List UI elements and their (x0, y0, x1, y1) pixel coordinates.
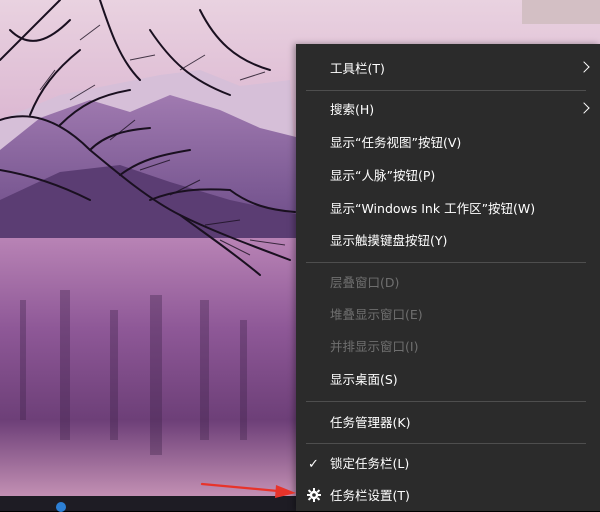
menu-item-label: 显示“任务视图”按钮(V) (330, 135, 462, 150)
menu-item-label: 显示桌面(S) (330, 372, 398, 387)
menu-item-toolbars[interactable]: 工具栏(T) (296, 54, 600, 84)
menu-item-show-touch-keyboard[interactable]: 显示触摸键盘按钮(Y) (296, 226, 600, 256)
menu-separator (306, 262, 586, 263)
menu-item-label: 层叠窗口(D) (330, 275, 400, 290)
taskbar-context-menu: 工具栏(T) 搜索(H) 显示“任务视图”按钮(V) 显示“人脉”按钮(P) 显… (296, 44, 600, 511)
menu-item-label: 搜索(H) (330, 102, 375, 117)
menu-item-show-windows-ink[interactable]: 显示“Windows Ink 工作区”按钮(W) (296, 194, 600, 224)
menu-item-show-task-view[interactable]: 显示“任务视图”按钮(V) (296, 128, 600, 158)
menu-item-label: 堆叠显示窗口(E) (330, 307, 423, 322)
menu-item-show-people[interactable]: 显示“人脉”按钮(P) (296, 161, 600, 191)
menu-item-show-desktop[interactable]: 显示桌面(S) (296, 365, 600, 395)
menu-item-search[interactable]: 搜索(H) (296, 95, 600, 125)
menu-item-label: 显示“Windows Ink 工作区”按钮(W) (330, 201, 536, 216)
window-corner-tile (522, 0, 600, 24)
menu-item-label: 任务栏设置(T) (330, 488, 410, 503)
menu-item-label: 显示触摸键盘按钮(Y) (330, 233, 448, 248)
menu-item-label: 工具栏(T) (330, 61, 385, 76)
menu-item-taskbar-settings[interactable]: 任务栏设置(T) (296, 481, 600, 511)
gear-icon (306, 487, 322, 507)
menu-item-label: 并排显示窗口(I) (330, 339, 419, 354)
menu-separator (306, 443, 586, 444)
chevron-right-icon (578, 61, 590, 73)
red-arrow-annotation (200, 482, 296, 498)
menu-item-label: 任务管理器(K) (330, 415, 411, 430)
chevron-right-icon (578, 102, 590, 114)
menu-item-stack-windows: 堆叠显示窗口(E) (296, 300, 600, 330)
menu-item-cascade-windows: 层叠窗口(D) (296, 268, 600, 298)
checkmark-icon: ✓ (308, 457, 319, 472)
menu-separator (306, 401, 586, 402)
menu-item-task-manager[interactable]: 任务管理器(K) (296, 408, 600, 438)
menu-separator (306, 90, 586, 91)
menu-item-label: 显示“人脉”按钮(P) (330, 168, 436, 183)
menu-item-side-by-side-windows: 并排显示窗口(I) (296, 332, 600, 362)
menu-item-lock-taskbar[interactable]: ✓ 锁定任务栏(L) (296, 449, 600, 479)
menu-item-label: 锁定任务栏(L) (330, 456, 410, 471)
